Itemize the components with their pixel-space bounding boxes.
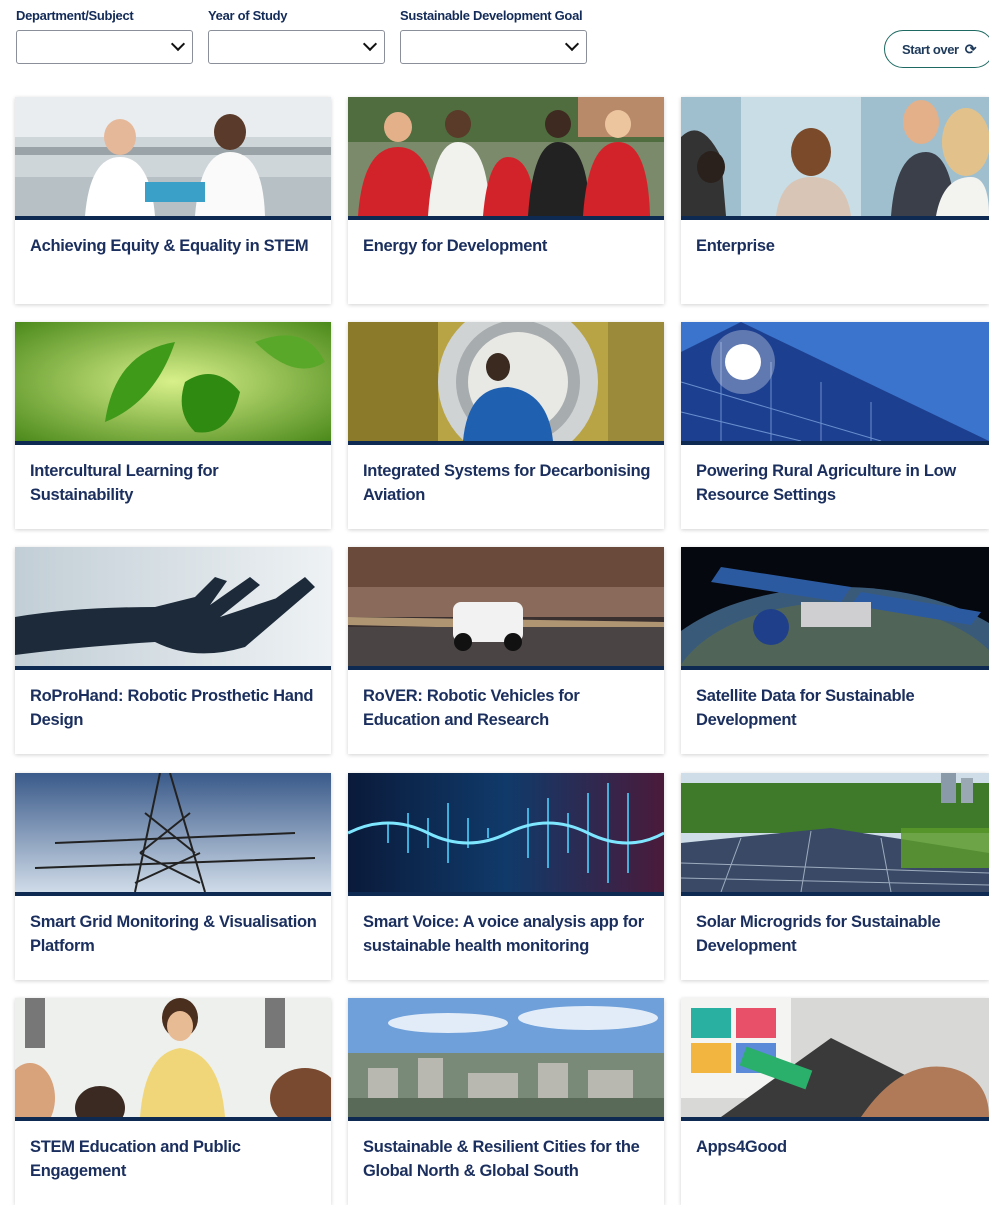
card-title: RoProHand: Robotic Prosthetic Hand Desig… bbox=[30, 687, 314, 729]
year-select[interactable] bbox=[208, 30, 385, 64]
city-skyline-image bbox=[348, 998, 664, 1117]
card-title: Achieving Equity & Equality in STEM bbox=[30, 237, 309, 255]
department-filter-label: Department/Subject bbox=[16, 8, 134, 23]
card-accent-bar bbox=[15, 216, 331, 220]
project-card[interactable]: Smart Voice: A voice analysis app for su… bbox=[348, 773, 664, 980]
card-title: Sustainable & Resilient Cities for the G… bbox=[363, 1138, 640, 1180]
sdg-filter-label: Sustainable Development Goal bbox=[400, 8, 583, 23]
card-title: Smart Voice: A voice analysis app for su… bbox=[363, 913, 644, 955]
card-accent-bar bbox=[15, 441, 331, 445]
project-card[interactable]: Solar Microgrids for Sustainable Develop… bbox=[681, 773, 989, 980]
card-accent-bar bbox=[348, 1117, 664, 1121]
card-accent-bar bbox=[348, 216, 664, 220]
green-leaves-image bbox=[15, 322, 331, 441]
project-card[interactable]: STEM Education and Public Engagement bbox=[15, 998, 331, 1205]
delivery-robot-image bbox=[348, 547, 664, 666]
teacher-classroom-image bbox=[15, 998, 331, 1117]
sound-wave-image bbox=[348, 773, 664, 892]
chevron-down-icon bbox=[170, 36, 186, 52]
card-title: Apps4Good bbox=[696, 1138, 787, 1156]
project-card[interactable]: Apps4Good bbox=[681, 998, 989, 1205]
chevron-down-icon bbox=[362, 36, 378, 52]
engineer-in-pipe-image bbox=[348, 322, 664, 441]
lab-scientists-image bbox=[15, 97, 331, 216]
chevron-down-icon bbox=[564, 36, 580, 52]
card-accent-bar bbox=[15, 1117, 331, 1121]
start-over-label: Start over bbox=[902, 41, 959, 57]
project-card[interactable]: Smart Grid Monitoring & Visualisation Pl… bbox=[15, 773, 331, 980]
robotic-hand-image bbox=[15, 547, 331, 666]
project-card[interactable]: RoVER: Robotic Vehicles for Education an… bbox=[348, 547, 664, 754]
card-title: Satellite Data for Sustainable Developme… bbox=[696, 687, 915, 729]
card-title: Powering Rural Agriculture in Low Resour… bbox=[696, 462, 956, 504]
group-red-hoodies-image bbox=[348, 97, 664, 216]
sdg-select[interactable] bbox=[400, 30, 587, 64]
satellite-earth-image bbox=[681, 547, 989, 666]
card-accent-bar bbox=[681, 216, 989, 220]
phone-app-image bbox=[681, 998, 989, 1117]
card-title: Enterprise bbox=[696, 237, 775, 255]
project-card[interactable]: RoProHand: Robotic Prosthetic Hand Desig… bbox=[15, 547, 331, 754]
department-select[interactable] bbox=[16, 30, 193, 64]
project-card[interactable]: Enterprise bbox=[681, 97, 989, 304]
card-accent-bar bbox=[681, 892, 989, 896]
sdg-filter: Sustainable Development Goal bbox=[400, 6, 587, 64]
year-filter: Year of Study bbox=[208, 6, 385, 64]
card-title: RoVER: Robotic Vehicles for Education an… bbox=[363, 687, 580, 729]
card-accent-bar bbox=[15, 892, 331, 896]
year-filter-label: Year of Study bbox=[208, 8, 288, 23]
card-accent-bar bbox=[348, 441, 664, 445]
refresh-icon: ⟳ bbox=[964, 40, 977, 57]
card-title: STEM Education and Public Engagement bbox=[30, 1138, 241, 1180]
solar-field-image bbox=[681, 773, 989, 892]
card-accent-bar bbox=[348, 892, 664, 896]
project-card[interactable]: Energy for Development bbox=[348, 97, 664, 304]
project-card[interactable]: Powering Rural Agriculture in Low Resour… bbox=[681, 322, 989, 529]
project-card[interactable]: Sustainable & Resilient Cities for the G… bbox=[348, 998, 664, 1205]
project-card[interactable]: Satellite Data for Sustainable Developme… bbox=[681, 547, 989, 754]
card-accent-bar bbox=[15, 666, 331, 670]
card-accent-bar bbox=[348, 666, 664, 670]
project-card[interactable]: Integrated Systems for Decarbonising Avi… bbox=[348, 322, 664, 529]
project-card[interactable]: Achieving Equity & Equality in STEM bbox=[15, 97, 331, 304]
filter-bar: Department/Subject Year of Study Sustain… bbox=[16, 6, 989, 76]
department-filter: Department/Subject bbox=[16, 6, 193, 64]
project-card[interactable]: Intercultural Learning for Sustainabilit… bbox=[15, 322, 331, 529]
card-title: Smart Grid Monitoring & Visualisation Pl… bbox=[30, 913, 317, 955]
card-title: Intercultural Learning for Sustainabilit… bbox=[30, 462, 219, 504]
solar-panel-sun-image bbox=[681, 322, 989, 441]
card-title: Solar Microgrids for Sustainable Develop… bbox=[696, 913, 941, 955]
card-accent-bar bbox=[681, 441, 989, 445]
card-accent-bar bbox=[681, 1117, 989, 1121]
start-over-button[interactable]: Start over ⟳ bbox=[884, 30, 989, 68]
card-title: Integrated Systems for Decarbonising Avi… bbox=[363, 462, 651, 504]
card-title: Energy for Development bbox=[363, 237, 548, 255]
power-pylon-image bbox=[15, 773, 331, 892]
card-accent-bar bbox=[681, 666, 989, 670]
students-discussing-image bbox=[681, 97, 989, 216]
